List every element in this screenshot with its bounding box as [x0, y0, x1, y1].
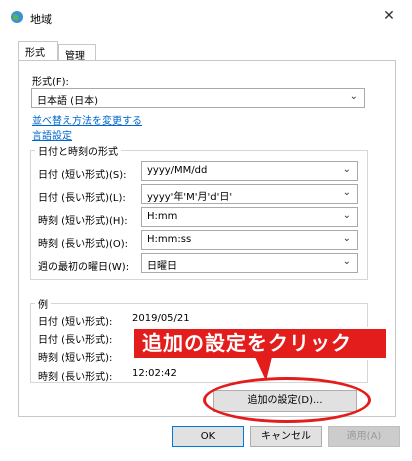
window-title: 地域	[30, 13, 52, 26]
chevron-down-icon: ⌄	[342, 256, 351, 267]
cancel-button[interactable]: キャンセル	[250, 426, 322, 447]
example-short-date-value: 2019/05/21	[132, 313, 190, 324]
long-time-label: 時刻 (長い形式)(O):	[38, 239, 129, 250]
short-date-label: 日付 (短い形式)(S):	[38, 170, 127, 181]
long-time-value: H:mm:ss	[147, 234, 192, 245]
first-day-select[interactable]: 日曜日 ⌄	[141, 253, 358, 273]
chevron-down-icon: ⌄	[342, 210, 351, 221]
chevron-down-icon: ⌄	[349, 91, 358, 102]
short-time-label: 時刻 (短い形式)(H):	[38, 216, 128, 227]
chevron-down-icon: ⌄	[342, 187, 351, 198]
datetime-group-label: 日付と時刻の形式	[35, 143, 121, 158]
globe-icon	[10, 10, 24, 24]
long-time-select[interactable]: H:mm:ss ⌄	[141, 230, 358, 250]
apply-button[interactable]: 適用(A)	[328, 426, 400, 447]
examples-group-label: 例	[35, 296, 51, 311]
format-select-value: 日本語 (日本)	[37, 96, 98, 107]
example-short-date-label: 日付 (短い形式):	[38, 317, 113, 328]
first-day-value: 日曜日	[147, 261, 177, 272]
language-settings-link[interactable]: 言語設定	[32, 127, 72, 142]
short-date-value: yyyy/MM/dd	[147, 165, 208, 176]
example-long-date-label: 日付 (長い形式):	[38, 335, 113, 346]
close-icon[interactable]: ✕	[381, 8, 397, 24]
format-label: 形式(F):	[32, 77, 69, 88]
short-date-select[interactable]: yyyy/MM/dd ⌄	[141, 161, 358, 181]
long-date-label: 日付 (長い形式)(L):	[38, 193, 126, 204]
change-sort-link[interactable]: 並べ替え方法を変更する	[32, 112, 142, 127]
tab-administrative[interactable]: 管理	[58, 44, 96, 62]
example-long-time-label: 時刻 (長い形式):	[38, 372, 113, 383]
ok-button[interactable]: OK	[172, 426, 244, 447]
long-date-select[interactable]: yyyy'年'M'月'd'日' ⌄	[141, 184, 358, 204]
first-day-label: 週の最初の曜日(W):	[38, 262, 130, 273]
short-time-value: H:mm	[147, 211, 178, 222]
short-time-select[interactable]: H:mm ⌄	[141, 207, 358, 227]
tab-format[interactable]: 形式	[18, 41, 58, 61]
chevron-down-icon: ⌄	[342, 233, 351, 244]
long-date-value: yyyy'年'M'月'd'日'	[147, 192, 233, 203]
annotation-callout: 追加の設定をクリック	[132, 327, 388, 360]
example-long-time-value: 12:02:42	[132, 368, 177, 379]
format-select[interactable]: 日本語 (日本) ⌄	[31, 88, 365, 108]
chevron-down-icon: ⌄	[342, 164, 351, 175]
highlight-ellipse	[203, 377, 371, 423]
title-bar	[0, 0, 412, 34]
example-short-time-label: 時刻 (短い形式):	[38, 353, 113, 364]
